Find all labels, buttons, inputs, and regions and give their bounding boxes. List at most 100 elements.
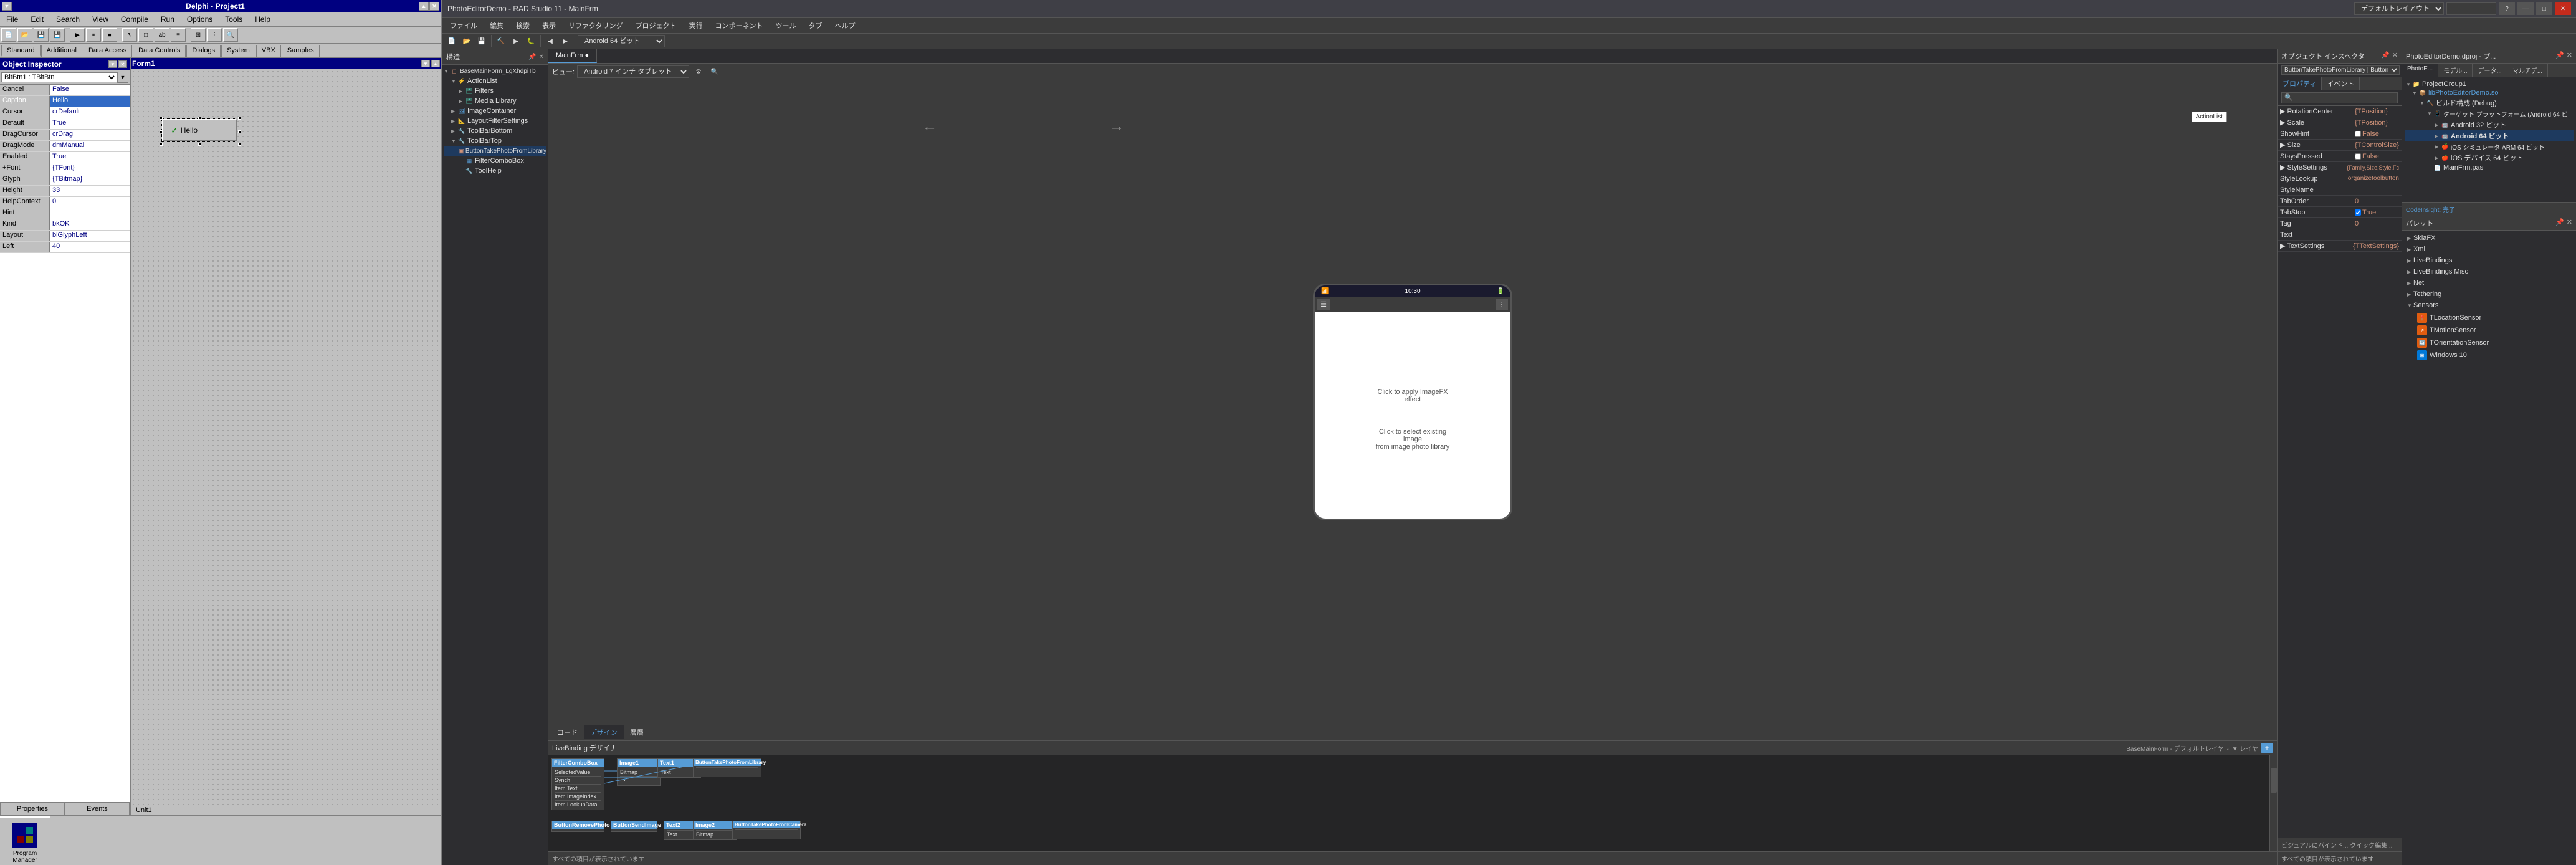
platform-select[interactable]: Android 64 ビット	[578, 35, 665, 47]
palette-item-motion[interactable]: ↗ TMotionSensor	[2415, 324, 2574, 337]
phone-menu-btn[interactable]: ☰	[1317, 299, 1330, 310]
stays-pressed-checkbox[interactable]	[2355, 153, 2361, 160]
handle-tr[interactable]	[238, 117, 241, 120]
menu-tools[interactable]: Tools	[221, 14, 246, 25]
menu-help[interactable]: Help	[251, 14, 274, 25]
handle-br[interactable]	[238, 143, 241, 146]
rad-oi-dropdown[interactable]: ButtonTakePhotoFromLibrary | Button	[2278, 64, 2402, 77]
tree-item-7[interactable]: ▼ 🔧 ToolBarTop	[444, 136, 546, 146]
palette-group-xml[interactable]: ▶ Xml	[2405, 244, 2574, 254]
form-minimize[interactable]: ▼	[421, 60, 430, 67]
layout-dropdown[interactable]: デフォルトレイアウト	[2354, 2, 2444, 15]
handle-ml[interactable]	[160, 130, 163, 133]
palette-group-livebindings-misc[interactable]: ▶ LiveBindings Misc	[2405, 267, 2574, 277]
phone-more-btn[interactable]: ⋮	[1496, 299, 1508, 310]
lb-add-btn[interactable]: +	[2261, 743, 2273, 753]
tab-mainfrm[interactable]: MainFrm ●	[548, 49, 597, 63]
code-tab[interactable]: コード	[551, 725, 584, 739]
lb-scrollbar-thumb[interactable]	[2271, 768, 2277, 793]
pt-android32[interactable]: ▶ 🤖 Android 32 ビット	[2405, 119, 2574, 130]
oi-object-selector[interactable]: BitBtn1 : TBitBtn ▼	[0, 70, 130, 85]
palette-pin[interactable]: 📌	[2555, 218, 2564, 228]
rad-open-btn[interactable]: 📂	[460, 35, 474, 47]
rad-oi-search-input[interactable]	[2281, 92, 2398, 103]
oi-properties-tab[interactable]: Properties	[0, 803, 65, 815]
form-canvas[interactable]: ✓ Hello	[131, 69, 441, 805]
close-btn[interactable]: ✕	[429, 2, 439, 11]
project-close[interactable]: ✕	[2567, 51, 2572, 61]
pt-build[interactable]: ▼ 🔨 ビルド構成 (Debug)	[2405, 97, 2574, 108]
palette-item-windows10[interactable]: ⊞ Windows 10	[2415, 349, 2574, 361]
rad-build-btn[interactable]: 🔨	[494, 35, 508, 47]
pt-ios-sim[interactable]: ▶ 🍎 iOS シミュレータ ARM 64 ビット	[2405, 141, 2574, 152]
rad-help-btn[interactable]: ?	[2499, 2, 2515, 15]
rad-menu-project[interactable]: プロジェクト	[631, 19, 682, 32]
rad-menu-tools[interactable]: ツール	[771, 19, 801, 32]
project-tab-multi[interactable]: マルチデ...	[2507, 64, 2548, 77]
design-tab[interactable]: デザイン	[584, 725, 624, 739]
oi-row-caption[interactable]: Caption Hello	[0, 96, 130, 107]
pt-ios-device[interactable]: ▶ 🍎 iOS デバイス 64 ビット	[2405, 152, 2574, 163]
rad-menu-refactor[interactable]: リファクタリング	[563, 19, 628, 32]
save-all-btn[interactable]: 💾	[50, 28, 65, 42]
tab-stop-checkbox[interactable]	[2355, 209, 2361, 216]
oi-dropdown-btn[interactable]: ▼	[117, 72, 128, 83]
tab-samples[interactable]: Samples	[282, 45, 320, 57]
project-tab-photo[interactable]: PhotoE...	[2402, 64, 2438, 77]
tab-data-controls[interactable]: Data Controls	[133, 45, 186, 57]
pt-project-group[interactable]: ▼ 📁 ProjectGroup1	[2405, 80, 2574, 88]
palette-group-tethering[interactable]: ▶ Tethering	[2405, 289, 2574, 299]
palette-item-orientation[interactable]: 🔄 TOrientationSensor	[2415, 337, 2574, 349]
oi-events-tab[interactable]: Events	[65, 803, 130, 815]
rad-menu-edit[interactable]: 編集	[485, 19, 508, 32]
palette-group-sensors[interactable]: ▼ Sensors	[2405, 300, 2574, 310]
more-tools[interactable]: ≡	[171, 28, 186, 42]
pt-lib[interactable]: ▼ 📦 libPhotoEditorDemo.so	[2405, 88, 2574, 97]
handle-mr[interactable]	[238, 130, 241, 133]
rad-menu-search[interactable]: 検索	[511, 19, 535, 32]
rad-menu-help[interactable]: ヘルプ	[830, 19, 861, 32]
rad-oi-object-select[interactable]: ButtonTakePhotoFromLibrary | Button	[2281, 65, 2400, 75]
layers-tab[interactable]: 層層	[624, 725, 650, 739]
open-btn[interactable]: 📂	[17, 28, 32, 42]
structure-close[interactable]: ✕	[539, 54, 544, 60]
structure-pin[interactable]: 📌	[528, 54, 536, 60]
rad-run-btn[interactable]: ▶	[509, 35, 523, 47]
pause-btn[interactable]: ⏸	[86, 28, 101, 42]
edit-tool[interactable]: ab	[155, 28, 169, 42]
tree-item-1[interactable]: ▼ ⚡ ActionList	[444, 76, 546, 86]
program-manager[interactable]: ProgramManager	[0, 816, 50, 865]
tree-item-4[interactable]: ▶ 🖼 ImageContainer	[444, 106, 546, 116]
pt-android64[interactable]: ▶ 🤖 Android 64 ビット	[2405, 130, 2574, 141]
handle-bm[interactable]	[198, 143, 201, 146]
lb-down-arrow[interactable]: ↓	[2226, 745, 2230, 752]
rad-menu-component[interactable]: コンポーネント	[710, 19, 768, 32]
tree-item-6[interactable]: ▶ 🔧 ToolBarBottom	[444, 126, 546, 136]
view-zoom-btn[interactable]: 🔍	[708, 65, 722, 78]
rad-oi-events-tab[interactable]: イベント	[2322, 77, 2360, 90]
project-tab-data[interactable]: データ...	[2473, 64, 2507, 77]
rad-back-btn[interactable]: ◀	[543, 35, 557, 47]
tree-item-5[interactable]: ▶ 📐 LayoutFilterSettings	[444, 116, 546, 126]
oi-close[interactable]: ✕	[118, 60, 127, 68]
rad-oi-props-tab[interactable]: プロパティ	[2278, 77, 2322, 90]
menu-edit[interactable]: Edit	[27, 14, 47, 25]
tab-vbx[interactable]: VBX	[256, 45, 281, 57]
menu-options[interactable]: Options	[183, 14, 216, 25]
menu-file[interactable]: File	[2, 14, 22, 25]
hello-button[interactable]: ✓ Hello	[162, 119, 237, 141]
tab-data-access[interactable]: Data Access	[83, 45, 132, 57]
run-btn[interactable]: ▶	[70, 28, 85, 42]
tree-item-btn-photo[interactable]: ▣ ButtonTakePhotoFromLibrary	[444, 146, 546, 156]
menu-compile[interactable]: Compile	[117, 14, 152, 25]
show-hint-checkbox[interactable]	[2355, 131, 2361, 137]
lb-canvas[interactable]: FilterComboBox SelectedValue Synch Item.…	[548, 755, 2269, 851]
stop-btn[interactable]: ⏹	[102, 28, 117, 42]
device-dropdown[interactable]: Android 7 インチ タブレット	[577, 65, 689, 78]
minimize-btn[interactable]: ▼	[2, 2, 12, 11]
palette-item-location[interactable]: 📍 TLocationSensor	[2415, 312, 2574, 324]
rad-debug-btn[interactable]: 🐛	[524, 35, 538, 47]
rad-menu-view[interactable]: 表示	[537, 19, 561, 32]
rad-save-btn[interactable]: 💾	[475, 35, 489, 47]
palette-group-skiafx[interactable]: ▶ SkiaFX	[2405, 233, 2574, 243]
